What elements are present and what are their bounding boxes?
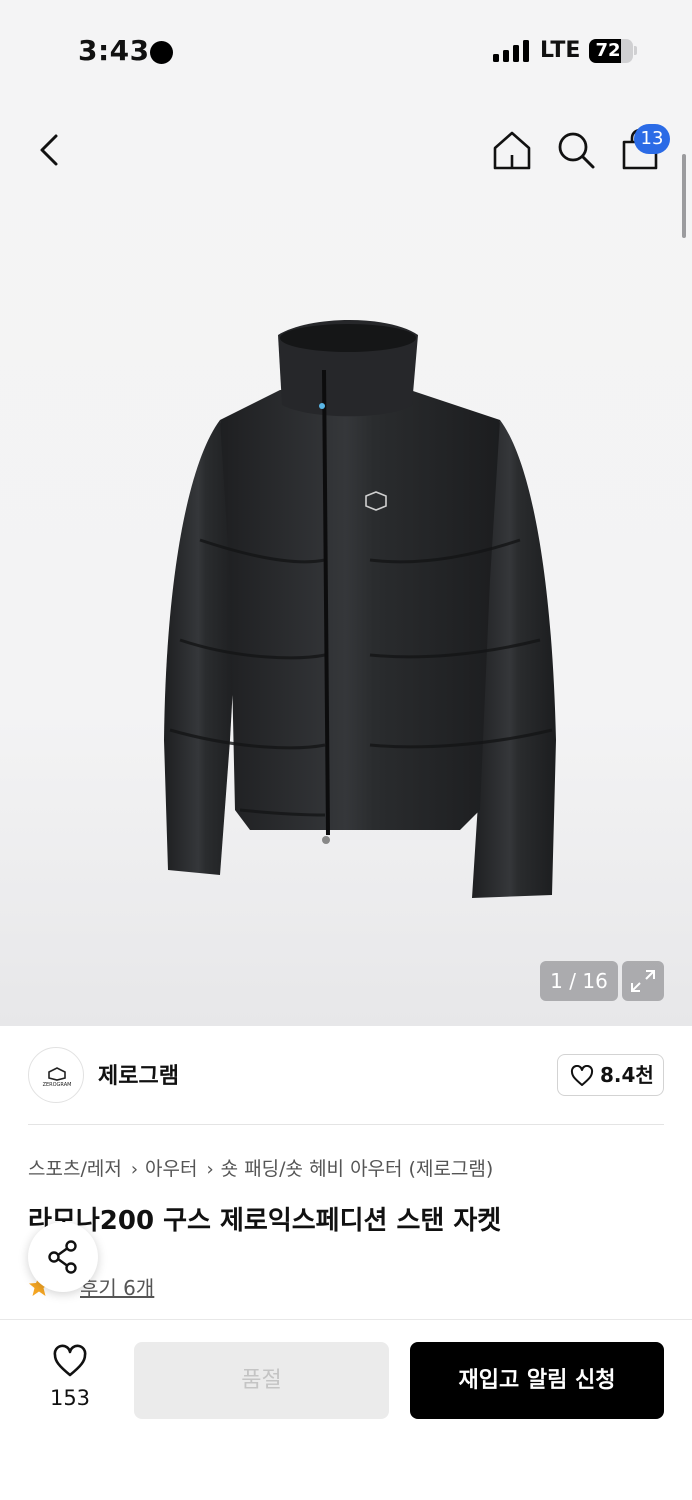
restock-alert-button[interactable]: 재입고 알림 신청 — [410, 1342, 664, 1419]
brand-emblem-icon: ZEROGRAM — [43, 1067, 72, 1088]
share-icon — [48, 1240, 77, 1274]
battery-tip — [634, 46, 637, 55]
recording-indicator-icon — [150, 41, 173, 64]
brand-name[interactable]: 제로그램 — [98, 1058, 179, 1090]
chevron-right-icon: › — [130, 1159, 139, 1180]
cart-count-badge: 13 — [634, 124, 670, 154]
svg-text:ZEROGRAM: ZEROGRAM — [43, 1082, 72, 1088]
wishlist-button[interactable]: 153 — [40, 1344, 100, 1414]
back-button[interactable] — [30, 128, 70, 172]
heart-icon — [53, 1344, 87, 1377]
status-time: 3:43 — [78, 34, 150, 67]
search-icon — [558, 132, 595, 169]
expand-icon — [631, 970, 655, 992]
search-button[interactable] — [554, 128, 598, 172]
chevron-left-icon — [40, 134, 58, 166]
image-counter: 1 / 16 — [540, 961, 618, 1001]
breadcrumb-item[interactable]: 아우터 — [145, 1158, 197, 1180]
expand-image-button[interactable] — [622, 961, 664, 1001]
battery-icon: 72 — [589, 39, 633, 63]
divider — [28, 1124, 664, 1125]
home-button[interactable] — [490, 128, 534, 172]
home-icon — [493, 131, 531, 170]
chevron-right-icon: › — [206, 1159, 214, 1180]
breadcrumb-item[interactable]: 스포츠/레저 — [28, 1158, 122, 1180]
breadcrumb-item[interactable]: 숏 패딩/숏 헤비 아우터 (제로그램) — [221, 1158, 494, 1180]
brand-like-count: 8.4천 — [600, 1063, 654, 1087]
heart-icon — [570, 1065, 594, 1086]
battery-percent: 72 — [595, 40, 621, 61]
brand-logo[interactable]: ZEROGRAM — [28, 1047, 84, 1103]
scroll-indicator — [682, 154, 686, 238]
breadcrumb: 스포츠/레저 › 아우터 › 숏 패딩/숏 헤비 아우터 (제로그램) — [28, 1154, 493, 1181]
network-type: LTE — [540, 38, 581, 63]
product-title: 라모나200 구스 제로익스페디션 스탠 자켓 — [28, 1206, 502, 1236]
soldout-button: 품절 — [134, 1342, 389, 1419]
product-image — [164, 320, 556, 898]
wishlist-count: 153 — [49, 1386, 91, 1410]
brand-like-button[interactable]: 8.4천 — [557, 1054, 664, 1096]
signal-strength-icon — [493, 40, 529, 62]
share-button[interactable] — [28, 1222, 98, 1292]
